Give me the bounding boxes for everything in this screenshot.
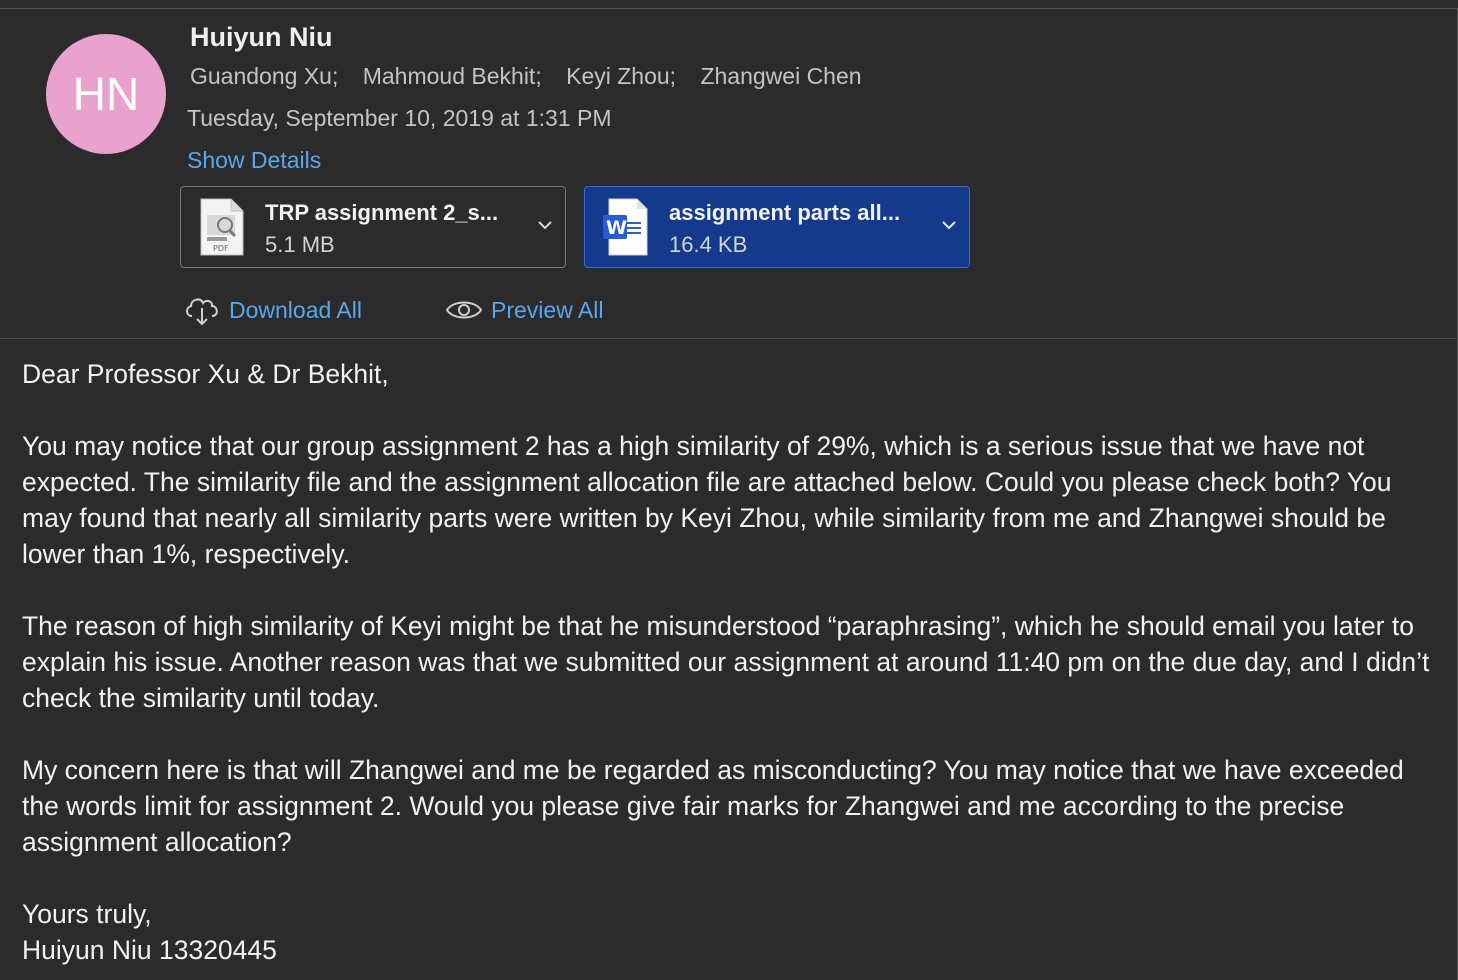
avatar: HN [46,34,166,154]
cloud-download-icon [186,298,218,326]
recipient-list: Guandong Xu; Mahmoud Bekhit; Keyi Zhou; … [190,63,880,90]
chevron-down-icon[interactable] [537,219,553,231]
svg-text:PDF: PDF [213,244,229,253]
svg-text:W: W [606,217,627,239]
pdf-file-icon: PDF [200,198,244,256]
recipient[interactable]: Keyi Zhou; [566,63,676,89]
top-divider [0,8,1458,9]
sent-date: Tuesday, September 10, 2019 at 1:31 PM [187,105,612,131]
signature: Huiyun Niu 13320445 [22,935,277,965]
word-document-icon: W [603,198,648,256]
preview-all-label[interactable]: Preview All [491,297,603,324]
closing: Yours truly, [22,899,152,929]
recipient[interactable]: Mahmoud Bekhit; [363,63,542,89]
attachment-pdf[interactable]: PDF TRP assignment 2_s... 5.1 MB [180,186,566,268]
chevron-down-icon[interactable] [941,219,957,231]
header-divider [0,338,1458,339]
preview-all-button[interactable]: Preview All [445,292,603,328]
attachment-size: 5.1 MB [265,232,335,257]
download-all-button[interactable]: Download All [183,292,362,328]
eye-icon [445,301,483,319]
attachment-name: assignment parts all... [669,200,901,225]
attachment-name: TRP assignment 2_s... [265,200,499,225]
attachment-word-document[interactable]: W assignment parts all... 16.4 KB [584,186,970,268]
sender-name[interactable]: Huiyun Niu [190,22,333,53]
body-paragraph: The reason of high similarity of Keyi mi… [22,611,1430,713]
recipient[interactable]: Zhangwei Chen [700,63,861,89]
download-all-label[interactable]: Download All [229,297,362,324]
recipient[interactable]: Guandong Xu; [190,63,338,89]
attachment-size: 16.4 KB [669,232,748,257]
message-body: Dear Professor Xu & Dr Bekhit, You may n… [22,356,1442,968]
body-paragraph: My concern here is that will Zhangwei an… [22,755,1404,857]
greeting: Dear Professor Xu & Dr Bekhit, [22,359,389,389]
show-details-link[interactable]: Show Details [187,147,321,174]
body-paragraph: You may notice that our group assignment… [22,431,1392,569]
